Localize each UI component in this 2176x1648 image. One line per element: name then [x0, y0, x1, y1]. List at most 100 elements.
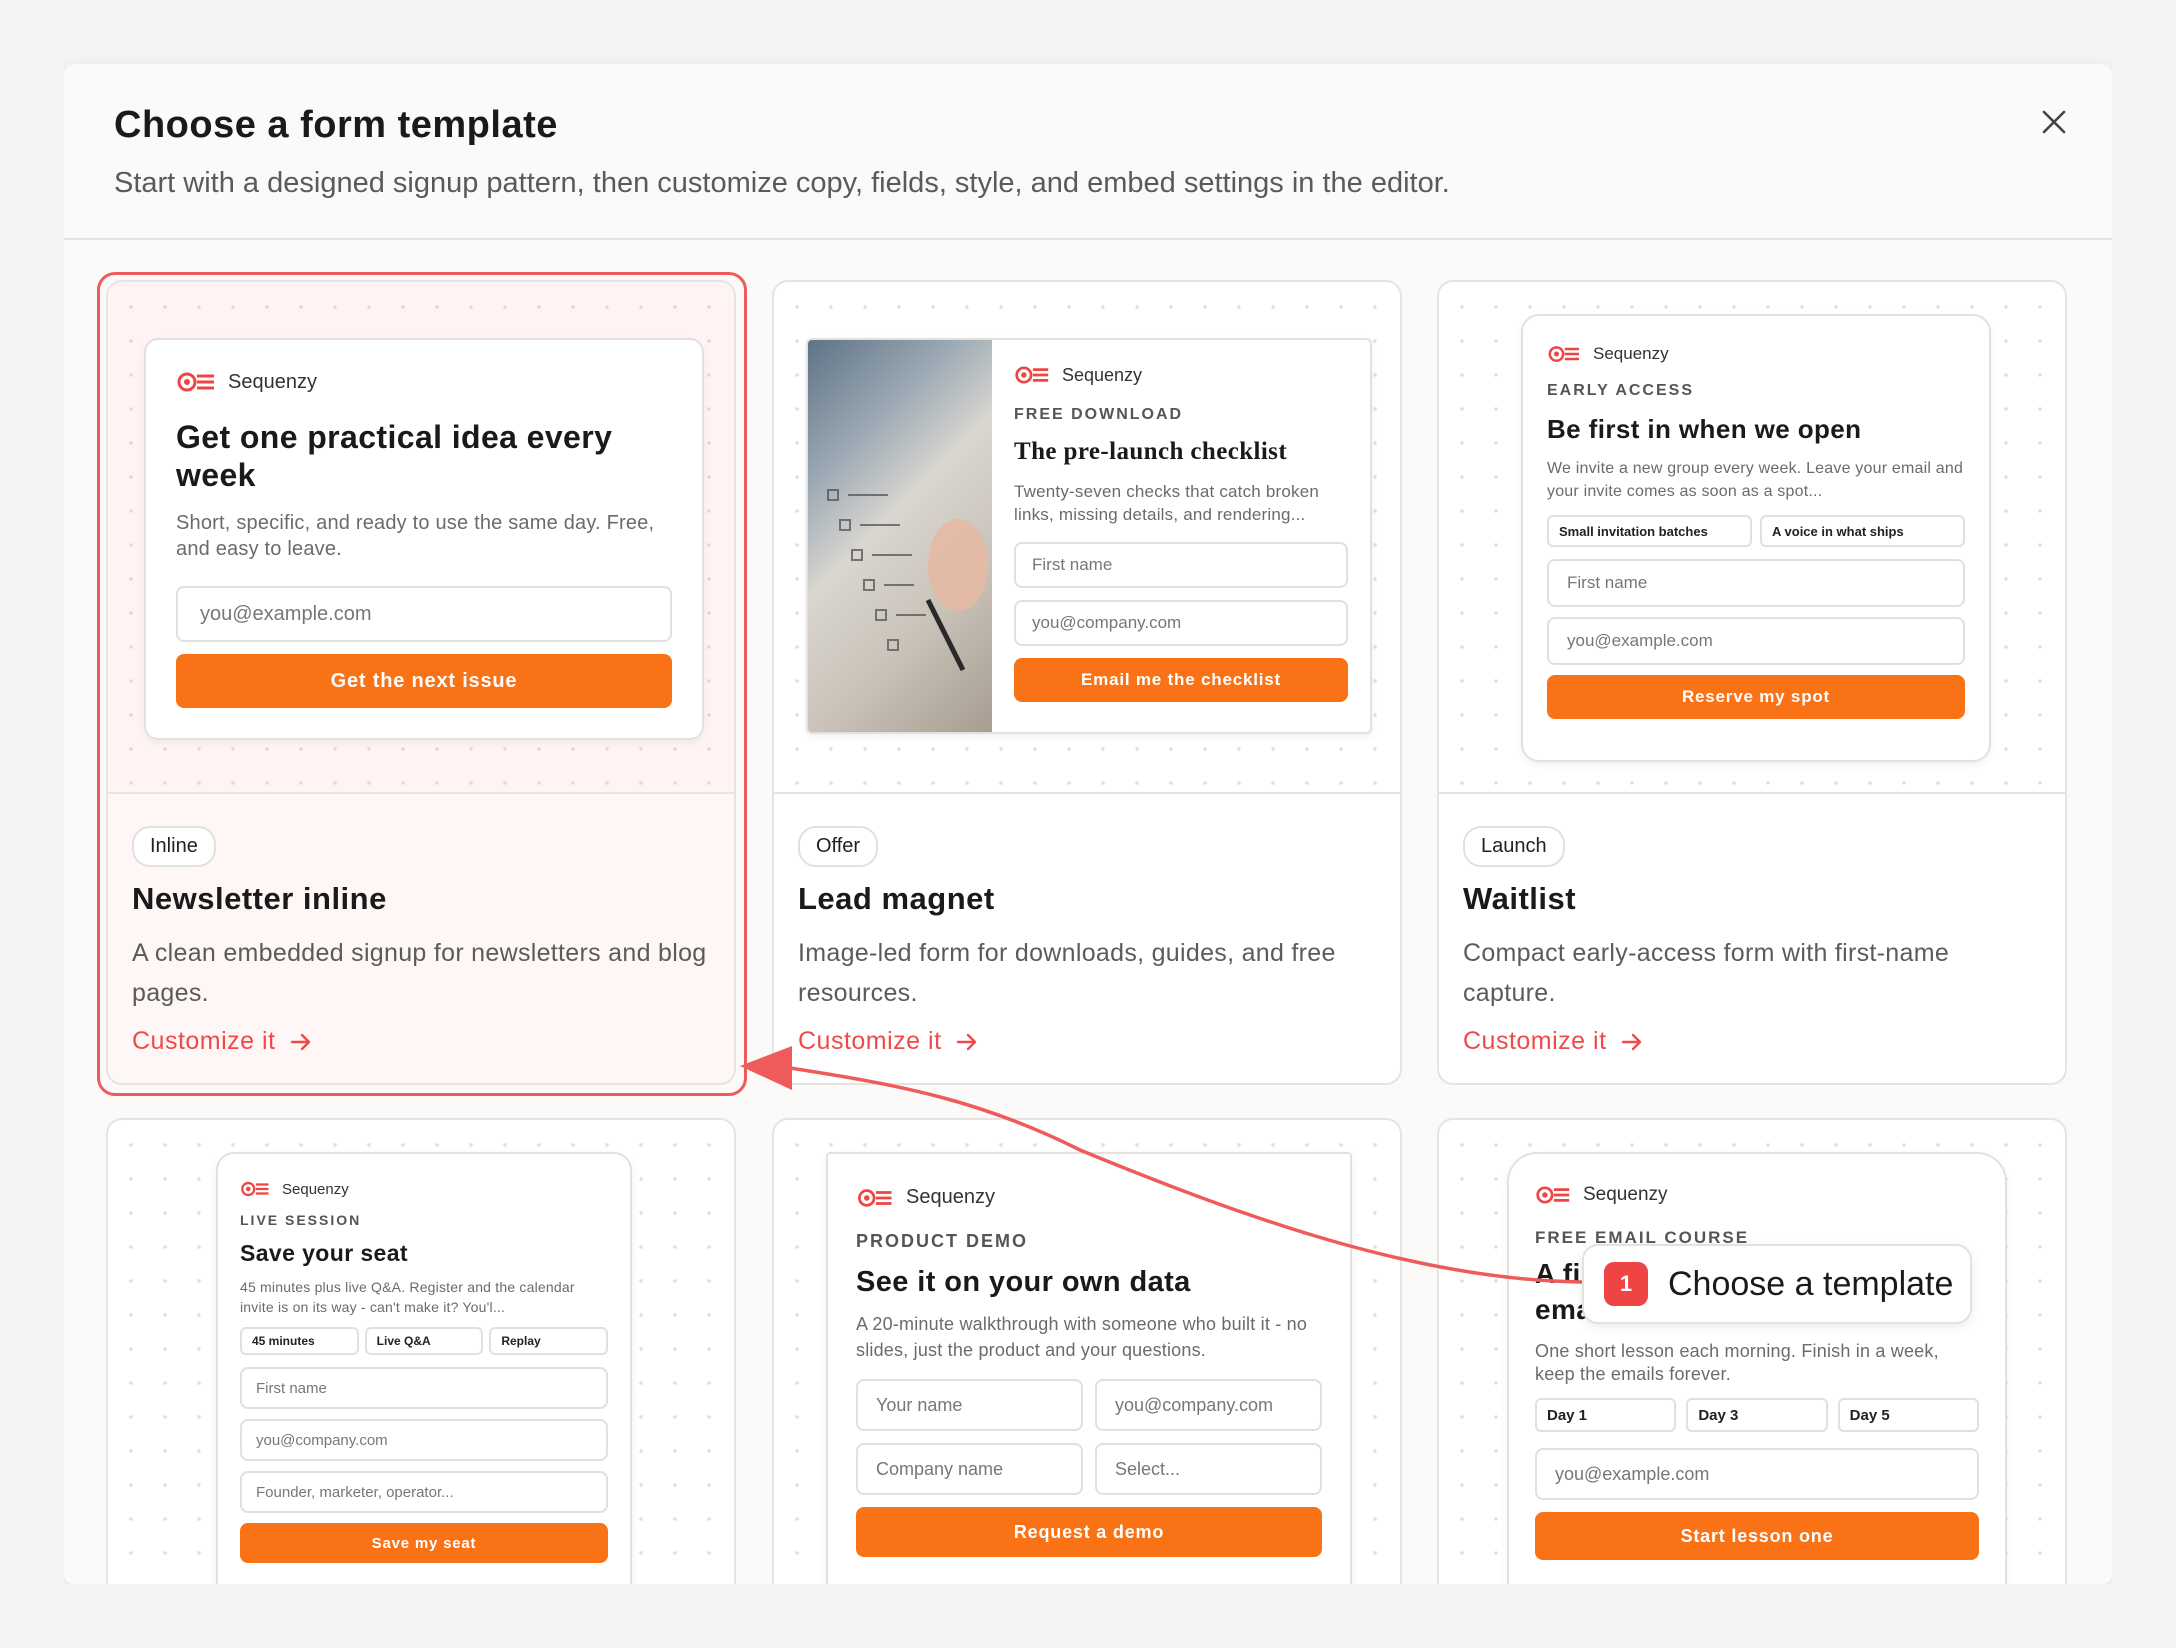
- form-preview: Sequenzy LIVE SESSION Save your seat 45 …: [216, 1152, 632, 1584]
- sequenzy-logo-icon: [177, 372, 214, 392]
- email-field: you@company.com: [240, 1419, 608, 1461]
- brand-name: Sequenzy: [282, 1180, 349, 1198]
- step-badge: 1: [1604, 1262, 1648, 1306]
- sequenzy-logo-icon: [241, 1181, 269, 1197]
- preview-heading: Save your seat: [240, 1240, 408, 1266]
- perk-chip: Small invitation batches: [1547, 515, 1752, 547]
- card-title: Lead magnet: [798, 881, 995, 916]
- form-preview: Sequenzy EARLY ACCESS Be first in when w…: [1521, 314, 1991, 762]
- arrow-right-icon: [956, 1033, 976, 1050]
- sequenzy-logo-icon: [1536, 1186, 1570, 1204]
- backdrop-strip: [0, 0, 64, 1648]
- template-card-waitlist[interactable]: Sequenzy EARLY ACCESS Be first in when w…: [1437, 280, 2067, 1085]
- card-preview: Sequenzy FREE EMAIL COURSE A fi emai One…: [1439, 1120, 2065, 1584]
- role-select: Select...: [1095, 1443, 1322, 1495]
- card-description: A clean embedded signup for newsletters …: [132, 939, 707, 1007]
- lesson-chip: Day 3: [1686, 1398, 1828, 1432]
- backdrop-strip: [2112, 0, 2176, 1648]
- form-preview: Sequenzy FREE DOWNLOAD The pre-launch ch…: [806, 338, 1372, 734]
- template-card-live-session[interactable]: Sequenzy LIVE SESSION Save your seat 45 …: [106, 1118, 736, 1584]
- brand-name: Sequenzy: [228, 370, 317, 393]
- card-preview: Sequenzy EARLY ACCESS Be first in when w…: [1439, 282, 2065, 794]
- step-callout: 1 Choose a template: [1582, 1244, 1972, 1324]
- brand-name: Sequenzy: [906, 1186, 995, 1208]
- template-card-newsletter[interactable]: Sequenzy Get one practical idea every we…: [106, 280, 736, 1085]
- category-tag: Launch: [1463, 826, 1565, 867]
- backdrop-strip: [0, 1584, 2176, 1648]
- reserve-button: Reserve my spot: [1547, 675, 1965, 719]
- perk-chip: Live Q&A: [364, 1327, 484, 1355]
- preview-body: 45 minutes plus live Q&A. Register and t…: [240, 1279, 575, 1315]
- card-title: Waitlist: [1463, 881, 1577, 916]
- preview-body: One short lesson each morning. Finish in…: [1535, 1341, 1939, 1384]
- customize-link[interactable]: Customize it: [798, 1027, 978, 1056]
- card-title: Newsletter inline: [132, 881, 387, 916]
- form-preview: Sequenzy PRODUCT DEMO See it on your own…: [826, 1152, 1352, 1584]
- template-card-email-course[interactable]: Sequenzy FREE EMAIL COURSE A fi emai One…: [1437, 1118, 2067, 1584]
- template-card-lead-magnet[interactable]: Sequenzy FREE DOWNLOAD The pre-launch ch…: [772, 280, 1402, 1085]
- heading-line-1: A fi: [1535, 1258, 1581, 1289]
- lesson-chip: Day 1: [1535, 1398, 1677, 1432]
- card-description: Compact early-access form with first-nam…: [1463, 939, 1950, 1007]
- card-preview: Sequenzy PRODUCT DEMO See it on your own…: [774, 1120, 1400, 1584]
- form-preview: Sequenzy Get one practical idea every we…: [144, 338, 704, 740]
- customize-label: Customize it: [798, 1027, 942, 1055]
- notepad-illustration: [827, 489, 988, 672]
- preview-heading: The pre-launch checklist: [1014, 438, 1288, 465]
- customize-link[interactable]: Customize it: [132, 1027, 312, 1056]
- role-field: Founder, marketer, operator...: [240, 1471, 608, 1513]
- card-preview: Sequenzy FREE DOWNLOAD The pre-launch ch…: [774, 282, 1400, 794]
- perk-chip: A voice in what ships: [1760, 515, 1965, 547]
- lesson-chip: Day 5: [1837, 1398, 1979, 1432]
- sequenzy-logo-icon: [1015, 366, 1049, 384]
- arrow-right-icon: [290, 1033, 310, 1050]
- card-preview: Sequenzy Get one practical idea every we…: [108, 282, 734, 794]
- email-field: you@example.com: [176, 586, 672, 642]
- customize-label: Customize it: [132, 1027, 276, 1055]
- preview-body: A 20-minute walkthrough with someone who…: [856, 1314, 1308, 1360]
- brand-name: Sequenzy: [1062, 364, 1143, 385]
- category-tag: Inline: [132, 826, 216, 867]
- customize-link[interactable]: Customize it: [1463, 1027, 1643, 1056]
- preview-body: We invite a new group every week. Leave …: [1547, 460, 1964, 500]
- arrow-right-icon: [1621, 1033, 1641, 1050]
- first-name-field: First name: [1547, 559, 1965, 607]
- preview-heading: See it on your own data: [856, 1266, 1191, 1298]
- request-demo-button: Request a demo: [856, 1507, 1322, 1557]
- company-field: Company name: [856, 1443, 1083, 1495]
- customize-label: Customize it: [1463, 1027, 1607, 1055]
- template-card-product-demo[interactable]: Sequenzy PRODUCT DEMO See it on your own…: [772, 1118, 1402, 1584]
- first-name-field: First name: [1014, 542, 1348, 588]
- category-tag: Offer: [798, 826, 879, 867]
- download-button: Email me the checklist: [1014, 658, 1348, 702]
- form-preview: Sequenzy FREE EMAIL COURSE A fi emai One…: [1507, 1152, 2007, 1584]
- card-preview: Sequenzy LIVE SESSION Save your seat 45 …: [108, 1120, 734, 1584]
- email-field: you@example.com: [1547, 617, 1965, 665]
- perk-chip: 45 minutes: [240, 1327, 359, 1355]
- preview-eyebrow: PRODUCT DEMO: [856, 1231, 1028, 1251]
- brand-name: Sequenzy: [1583, 1184, 1668, 1205]
- subscribe-button: Get the next issue: [176, 654, 672, 708]
- save-seat-button: Save my seat: [240, 1523, 608, 1563]
- name-field: Your name: [856, 1379, 1083, 1431]
- first-name-field: First name: [240, 1367, 608, 1409]
- preview-heading: Be first in when we open: [1547, 414, 1862, 444]
- brand-name: Sequenzy: [1593, 344, 1669, 363]
- preview-body: Twenty-seven checks that catch broken li…: [1014, 482, 1320, 524]
- template-grid: Sequenzy Get one practical idea every we…: [0, 0, 2176, 1584]
- preview-eyebrow: EARLY ACCESS: [1547, 382, 1694, 399]
- email-field: you@company.com: [1014, 600, 1348, 646]
- preview-eyebrow: FREE DOWNLOAD: [1014, 406, 1184, 423]
- sequenzy-logo-icon: [858, 1188, 892, 1207]
- start-lesson-button: Start lesson one: [1535, 1512, 1979, 1560]
- checklist-photo: [808, 340, 992, 732]
- email-field: you@company.com: [1095, 1379, 1322, 1431]
- step-label: Choose a template: [1668, 1264, 1954, 1303]
- perk-chip: Replay: [489, 1327, 609, 1355]
- sequenzy-logo-icon: [1548, 346, 1579, 362]
- preview-body: Short, specific, and ready to use the sa…: [176, 512, 655, 560]
- preview-eyebrow: LIVE SESSION: [240, 1212, 362, 1228]
- preview-heading: Get one practical idea every week: [176, 419, 613, 493]
- email-field: you@example.com: [1535, 1448, 1979, 1500]
- card-description: Image-led form for downloads, guides, an…: [798, 939, 1336, 1007]
